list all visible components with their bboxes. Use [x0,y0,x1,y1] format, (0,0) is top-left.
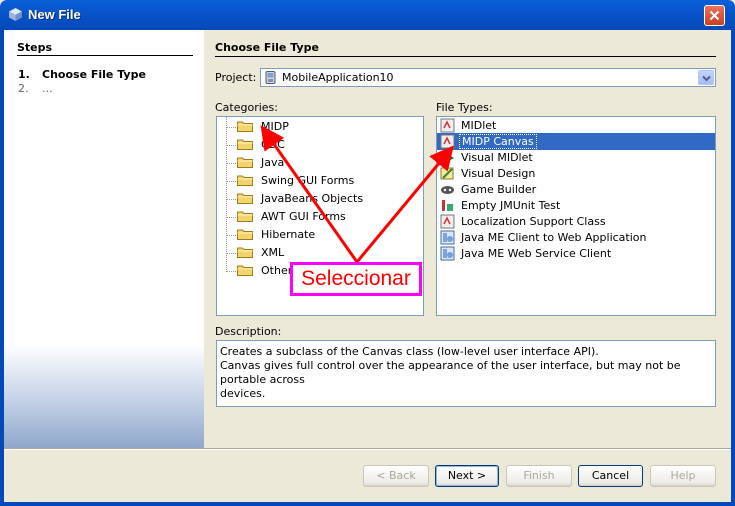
file-type-label: Java ME Web Service Client [461,247,612,260]
folder-icon [237,193,253,204]
file-type-item[interactable]: Java ME Client to Web Application [437,229,715,246]
visual-midlet-icon [441,151,455,165]
category-item[interactable]: MIDP [217,118,417,135]
chevron-down-icon [702,75,711,82]
step-number: 1. [18,68,30,81]
midp-canvas-icon [440,134,455,149]
description-box: Creates a subclass of the Canvas class (… [216,340,716,407]
visual-design-icon [440,167,454,180]
category-label: MIDP [261,120,289,133]
file-type-item[interactable]: MIDlet [437,117,715,134]
netbeans-cube-icon [9,8,22,21]
file-type-item[interactable]: Visual Design [437,165,715,182]
description-label: Description: [215,325,282,338]
next-button[interactable]: Next > [435,465,499,487]
steps-divider [17,55,193,56]
file-type-item[interactable]: Java ME Web Service Client [437,245,715,262]
page-title: Choose File Type [215,41,319,54]
folder-icon [237,229,253,240]
back-button[interactable]: < Back [363,465,429,487]
steps-heading: Steps [17,41,53,54]
project-select[interactable]: MobileApplication10 [260,68,716,87]
window-frame-right [731,30,735,506]
category-label: Hibernate [261,228,316,241]
folder-icon [237,175,253,186]
description-line: Creates a subclass of the Canvas class (… [220,345,599,358]
jmunit-icon [442,200,453,211]
file-type-label: Visual Design [461,167,536,180]
folder-icon [237,157,253,168]
finish-button[interactable]: Finish [506,465,572,487]
folder-icon [237,265,253,276]
category-label: Swing GUI Forms [261,174,355,187]
categories-label: Categories: [215,101,278,114]
file-types-list[interactable]: MIDlet MIDP Canvas Visual MIDlet Visual Des… [436,116,716,316]
category-item[interactable]: Swing GUI Forms [217,172,417,189]
category-item[interactable]: AWT GUI Forms [217,208,417,225]
project-dropdown-button[interactable] [698,70,714,85]
category-label: JavaBeans Objects [261,192,364,205]
file-type-label: Game Builder [461,183,537,196]
title-bar: New File [0,0,735,30]
file-type-item[interactable]: Game Builder [437,181,715,198]
step-item-2: 2.... [18,82,53,95]
file-type-label: Visual MIDlet [461,151,533,164]
step-item-1: 1. Choose File Type [18,68,146,81]
project-label: Project: [215,71,257,84]
category-item[interactable]: XML [217,244,417,261]
midlet-icon [440,118,455,133]
category-label: Java [261,156,285,169]
help-button[interactable]: Help [650,465,716,487]
seleccionar-callout: Seleccionar [290,262,422,296]
folder-icon [237,247,253,258]
category-label: CDC [261,138,285,151]
file-type-label: Java ME Client to Web Application [461,231,647,244]
web-service-icon [440,246,455,261]
file-type-label: MIDlet [461,119,497,132]
close-button[interactable] [704,5,725,26]
file-type-item[interactable]: MIDP Canvas [437,133,715,150]
category-label: Other [261,264,293,277]
button-bar-divider-highlight [4,449,731,450]
description-line: devices. [220,387,266,400]
cancel-button[interactable]: Cancel [578,465,643,487]
category-item[interactable]: CDC [217,136,417,153]
step-number: 2. [18,82,29,95]
category-item[interactable]: JavaBeans Objects [217,190,417,207]
project-select-value: MobileApplication10 [282,71,394,84]
steps-panel: Steps 1. Choose File Type 2.... [4,30,204,448]
heading-divider [215,56,716,57]
folder-icon [237,139,253,150]
window-frame-bottom [0,502,735,506]
mobile-project-icon [265,71,276,84]
folder-icon [237,121,253,132]
category-label: XML [261,246,285,259]
folder-icon [237,211,253,222]
game-builder-icon [441,186,454,194]
category-label: AWT GUI Forms [261,210,346,223]
step-label: Choose File Type [42,68,146,81]
file-type-item[interactable]: Localization Support Class [437,213,715,230]
file-types-label: File Types: [436,101,493,114]
file-type-label: MIDP Canvas [459,134,537,149]
web-client-icon [440,230,455,245]
file-type-label: Empty JMUnit Test [461,199,561,212]
category-item[interactable]: Java [217,154,417,171]
file-type-item[interactable]: Visual MIDlet [437,149,715,166]
window-title: New File [28,7,81,22]
description-line: Canvas gives full control over the appea… [220,359,681,386]
close-icon [709,10,720,21]
file-type-label: Localization Support Class [461,215,606,228]
file-type-item[interactable]: Empty JMUnit Test [437,197,715,214]
step-label: ... [42,82,53,95]
localization-icon [440,214,455,229]
category-item[interactable]: Hibernate [217,226,417,243]
